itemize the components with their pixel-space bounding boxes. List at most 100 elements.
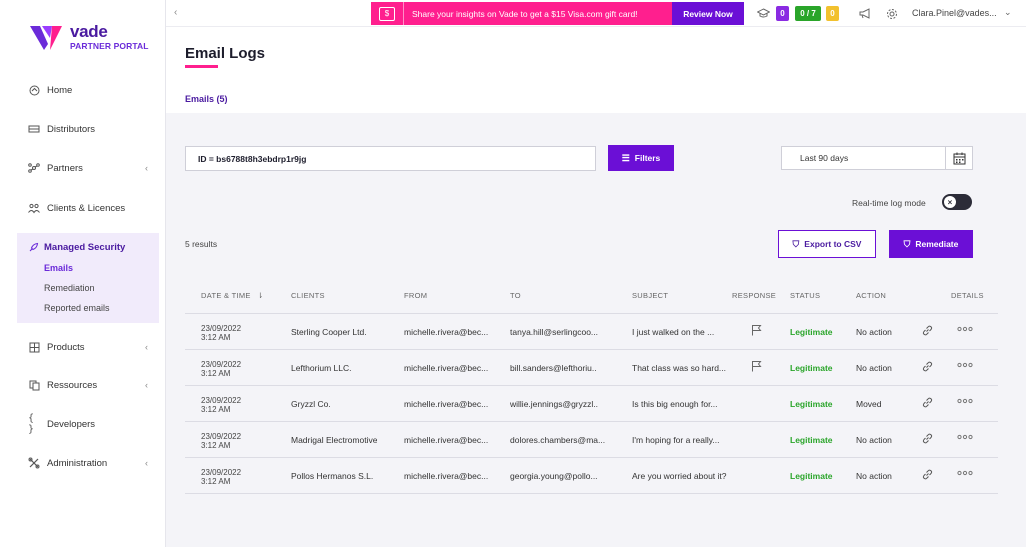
more-options-icon[interactable] xyxy=(957,396,973,409)
link-icon[interactable] xyxy=(922,397,933,411)
header-status: STATUS xyxy=(790,291,821,300)
link-icon[interactable] xyxy=(922,433,933,447)
shield-icon: ⛉ xyxy=(792,238,800,249)
sidebar-subitem-reported-emails[interactable]: Reported emails xyxy=(44,303,110,313)
table-row[interactable]: 23/09/2022 3:12 AM Lefthorium LLC. michelle… xyxy=(185,350,998,386)
sidebar-item-partners[interactable]: Partners ‹ xyxy=(0,154,166,182)
cell-to: dolores.chambers@ma... xyxy=(510,435,606,445)
link-icon[interactable] xyxy=(922,469,933,483)
header-from: FROM xyxy=(404,291,428,300)
search-input[interactable] xyxy=(185,146,596,171)
sidebar-item-label: Administration xyxy=(47,457,108,469)
user-menu[interactable]: Clara.Pinel@vades... xyxy=(912,8,997,18)
cell-status: Legitimate xyxy=(790,435,833,445)
main-content: Email Logs Emails (5) ☰ Filters Last 90 … xyxy=(166,27,1026,547)
clients-icon xyxy=(28,202,40,214)
cell-from: michelle.rivera@bec... xyxy=(404,399,489,409)
table-row[interactable]: 23/09/2022 3:12 AM Sterling Cooper Ltd. mic… xyxy=(185,314,998,350)
date-range-select[interactable]: Last 90 days xyxy=(781,146,946,170)
realtime-label: Real-time log mode xyxy=(852,198,926,208)
sidebar-item-label: Managed Security xyxy=(44,241,126,253)
page-title: Email Logs xyxy=(185,45,266,62)
cell-client: Lefthorium LLC. xyxy=(291,363,352,373)
cell-action: No action xyxy=(856,435,892,445)
sidebar-item-distributors[interactable]: Distributors xyxy=(0,115,166,143)
sidebar-item-ressources[interactable]: Ressources ‹ xyxy=(0,371,166,399)
cell-from: michelle.rivera@bec... xyxy=(404,435,489,445)
header-action: ACTION xyxy=(856,291,887,300)
flag-icon[interactable] xyxy=(751,360,762,375)
table-row[interactable]: 23/09/2022 3:12 AM Gryzzl Co. michelle.rive… xyxy=(185,386,998,422)
sidebar-subitem-remediation[interactable]: Remediation xyxy=(44,283,95,293)
vade-logo[interactable]: vade PARTNER PORTAL xyxy=(30,22,149,51)
more-options-icon[interactable] xyxy=(957,432,973,445)
cell-client: Gryzzl Co. xyxy=(291,399,331,409)
cell-date-time: 23/09/2022 3:12 AM xyxy=(201,396,241,414)
cell-to: bill.sanders@lefthoriu.. xyxy=(510,363,597,373)
cell-action: Moved xyxy=(856,399,882,409)
sort-icon: ⇂ xyxy=(257,291,264,300)
collapse-sidebar-icon[interactable]: ‹ xyxy=(174,7,186,19)
banner-text: Share your insights on Vade to get a $15… xyxy=(412,8,638,19)
cell-status: Legitimate xyxy=(790,327,833,337)
table-row[interactable]: 23/09/2022 3:12 AM Madrigal Electromotive m… xyxy=(185,422,998,458)
flag-icon[interactable] xyxy=(751,324,762,339)
chevron-down-icon[interactable]: ⌄ xyxy=(1004,7,1012,18)
cell-action: No action xyxy=(856,363,892,373)
calendar-icon[interactable] xyxy=(945,146,973,170)
sidebar-item-label: Distributors xyxy=(47,123,96,135)
logs-panel: ☰ Filters Last 90 days Real-time log mod… xyxy=(166,113,1026,547)
cell-subject: That class was so hard... xyxy=(632,363,727,373)
sidebar-item-products[interactable]: Products ‹ xyxy=(0,333,166,361)
cell-to: georgia.young@pollo... xyxy=(510,471,598,481)
date-line: 23/09/2022 xyxy=(201,432,242,441)
badge-notifications[interactable]: 0 xyxy=(826,6,839,21)
sidebar-item-developers[interactable]: { } Developers xyxy=(0,410,166,438)
sidebar-item-label: Clients & Licences xyxy=(47,202,126,214)
filters-button[interactable]: ☰ Filters xyxy=(608,145,674,171)
cell-subject: I'm hoping for a really... xyxy=(632,435,720,445)
export-csv-button[interactable]: ⛉ Export to CSV xyxy=(778,230,876,258)
sidebar-subitem-emails[interactable]: Emails xyxy=(44,263,73,273)
chevron-left-icon: ‹ xyxy=(145,342,148,352)
remediate-button[interactable]: ⛉ Remediate xyxy=(889,230,973,258)
date-line: 23/09/2022 xyxy=(201,360,242,369)
review-now-button[interactable]: Review Now xyxy=(672,2,744,25)
cell-date-time: 23/09/2022 3:12 AM xyxy=(201,360,241,378)
administration-icon xyxy=(28,457,40,469)
link-icon[interactable] xyxy=(922,361,933,375)
badge-courses[interactable]: 0 xyxy=(776,6,789,21)
cell-date-time: 23/09/2022 3:12 AM xyxy=(201,468,241,486)
sidebar-item-administration[interactable]: Administration ‹ xyxy=(0,449,166,477)
table-row[interactable]: 23/09/2022 3:12 AM Pollos Hermanos S.L. mic… xyxy=(185,458,998,494)
cell-client: Madrigal Electromotive xyxy=(291,435,378,445)
cell-to: willie.jennings@gryzzl.. xyxy=(510,399,598,409)
cell-status: Legitimate xyxy=(790,399,833,409)
sidebar-item-clients-licences[interactable]: Clients & Licences xyxy=(0,194,166,222)
export-label: Export to CSV xyxy=(804,239,862,249)
vade-logo-icon xyxy=(30,24,64,50)
megaphone-icon[interactable] xyxy=(858,7,872,20)
sidebar-item-home[interactable]: Home xyxy=(0,76,166,104)
more-options-icon[interactable] xyxy=(957,360,973,373)
more-options-icon[interactable] xyxy=(957,468,973,481)
cell-client: Sterling Cooper Ltd. xyxy=(291,327,367,337)
cell-subject: Is this big enough for... xyxy=(632,399,718,409)
close-icon: × xyxy=(944,196,956,208)
tab-emails[interactable]: Emails (5) xyxy=(185,94,228,104)
gear-icon[interactable] xyxy=(885,7,899,20)
logo-brand: vade xyxy=(70,22,108,41)
date-line: 3:12 AM xyxy=(201,369,231,378)
date-line: 3:12 AM xyxy=(201,333,231,342)
graduation-cap-icon[interactable] xyxy=(756,7,770,20)
cell-date-time: 23/09/2022 3:12 AM xyxy=(201,324,241,342)
badge-progress[interactable]: 0 / 7 xyxy=(795,6,821,21)
sidebar-item-managed-security[interactable]: Managed Security xyxy=(27,241,125,253)
realtime-toggle[interactable]: × xyxy=(942,194,972,210)
link-icon[interactable] xyxy=(922,325,933,339)
chevron-left-icon: ‹ xyxy=(145,163,148,173)
more-options-icon[interactable] xyxy=(957,324,973,337)
feedback-banner: $ Share your insights on Vade to get a $… xyxy=(371,2,744,25)
title-underline xyxy=(185,65,218,68)
header-date-time[interactable]: DATE & TIME ⇂ xyxy=(201,291,264,300)
